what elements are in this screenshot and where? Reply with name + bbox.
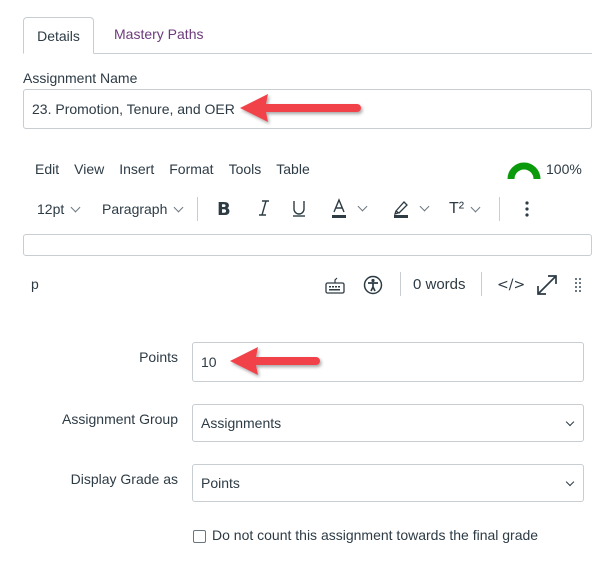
arrow-annotation-points xyxy=(230,347,320,375)
arrow-annotation-name xyxy=(240,94,361,122)
annotation-arrows xyxy=(230,94,361,375)
